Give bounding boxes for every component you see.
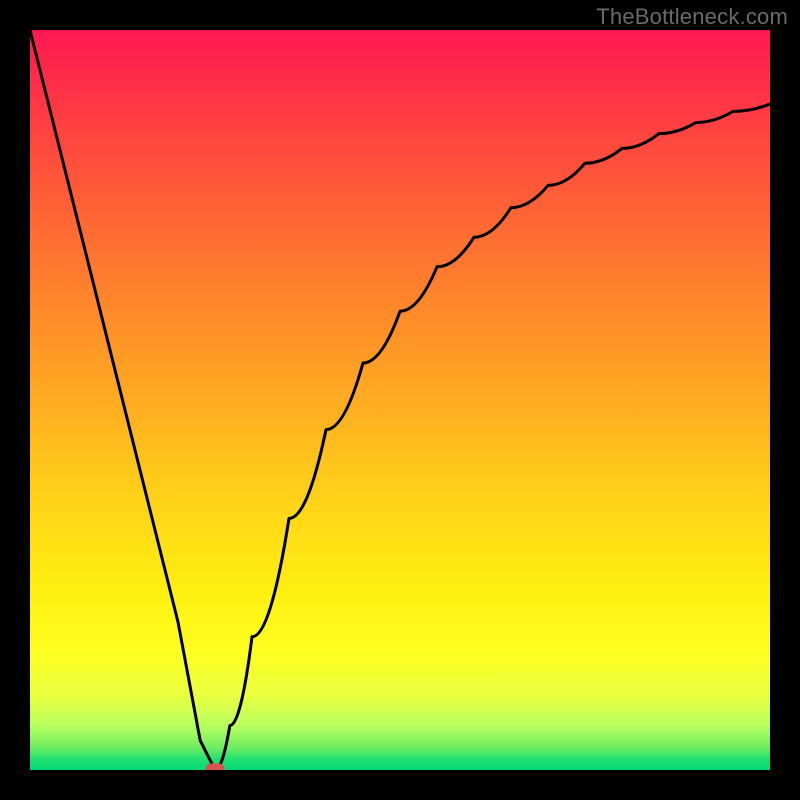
bottleneck-curve — [30, 30, 770, 770]
optimal-point-marker — [206, 764, 224, 770]
chart-frame: TheBottleneck.com — [0, 0, 800, 800]
watermark-text: TheBottleneck.com — [596, 4, 788, 30]
curve-layer — [30, 30, 770, 770]
plot-area — [30, 30, 770, 770]
